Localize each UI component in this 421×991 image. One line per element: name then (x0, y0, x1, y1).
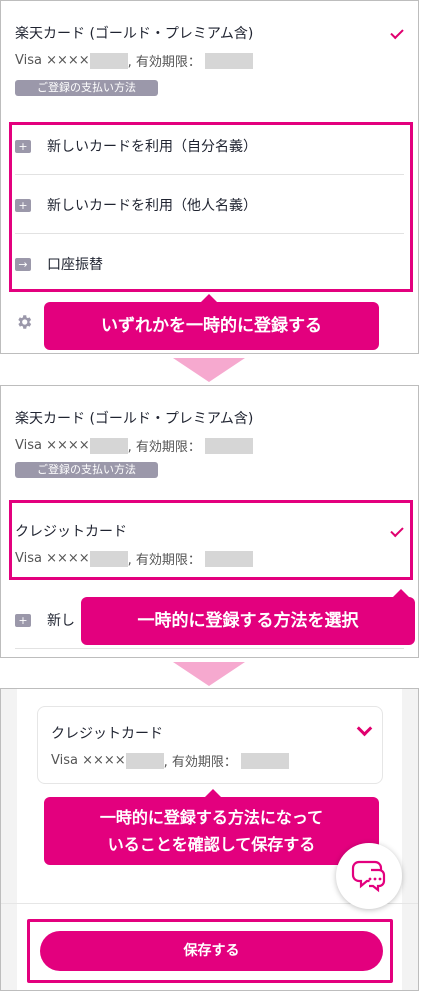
registered-card-sub: Visa ×××× , 有効期限： (15, 436, 253, 455)
save-button[interactable]: 保存する (40, 931, 383, 971)
chat-icon (351, 860, 386, 893)
gear-icon (18, 315, 32, 329)
card-number: Visa ×××× (15, 53, 90, 68)
plus-icon: + (15, 198, 31, 212)
option-label: 新しいカードを利用（他人名義） (47, 198, 257, 214)
registered-card-title: 楽天カード (ゴールド・プレミアム含) (15, 411, 254, 427)
option-new-card-self[interactable]: + 新しいカードを利用（自分名義） (15, 116, 404, 176)
card-number: Visa ×××× (15, 551, 90, 566)
registered-card-title: 楽天カード (ゴールド・プレミアム含) (15, 26, 254, 42)
callout-pointer (393, 589, 409, 597)
chevron-down-icon (356, 720, 373, 737)
callout-line: 一時的に登録する方法になって (99, 808, 324, 827)
option-label: 口座振替 (47, 257, 103, 273)
masked-number (89, 437, 128, 454)
masked-number (89, 550, 128, 567)
masked-number (125, 752, 164, 769)
masked-expiry (204, 52, 253, 69)
plus-icon: + (15, 139, 31, 153)
arrow-right-icon: → (15, 257, 31, 271)
expiry-label: , 有効期限： (127, 55, 201, 70)
registered-card-sub: Visa ×××× , 有効期限： (15, 51, 253, 70)
left-gutter (1, 689, 17, 990)
selected-card-sub: Visa ×××× , 有効期限： (15, 549, 253, 568)
payment-method-title: クレジットカード (51, 726, 163, 742)
step2-panel: 楽天カード (ゴールド・プレミアム含) Visa ×××× , 有効期限： ご登… (0, 385, 419, 658)
step-arrow-down-icon (173, 662, 245, 686)
option-label: 新し (47, 613, 75, 629)
expiry-label: , 有効期限： (127, 440, 201, 455)
plus-icon: + (15, 613, 31, 627)
option-new-card-other[interactable]: + 新しいカードを利用（他人名義） (15, 175, 404, 235)
callout-pointer (205, 789, 221, 797)
right-gutter (402, 689, 418, 990)
option-label: 新しいカードを利用（自分名義） (47, 139, 257, 155)
expiry-label: , 有効期限： (163, 755, 237, 770)
step1-panel: 楽天カード (ゴールド・プレミアム含) Visa ×××× , 有効期限： ご登… (0, 0, 419, 354)
payment-method-sub: Visa ×××× , 有効期限： (51, 751, 289, 770)
callout-line: いることを確認して保存する (107, 835, 316, 854)
masked-expiry (240, 752, 289, 769)
expiry-label: , 有効期限： (127, 553, 201, 568)
option-bank-transfer[interactable]: → 口座振替 (15, 234, 404, 294)
callout-pointer (201, 294, 217, 302)
masked-number (89, 52, 128, 69)
step-arrow-down-icon (173, 358, 245, 382)
step3-callout: 一時的に登録する方法になって いることを確認して保存する (44, 797, 379, 865)
card-number: Visa ×××× (15, 438, 90, 453)
step2-callout: 一時的に登録する方法を選択 (81, 597, 415, 645)
masked-expiry (204, 550, 253, 567)
step1-callout: いずれかを一時的に登録する (44, 302, 379, 350)
registered-badge: ご登録の支払い方法 (15, 80, 158, 96)
chat-button[interactable] (336, 843, 402, 909)
check-icon (390, 25, 404, 40)
card-number: Visa ×××× (51, 753, 126, 768)
masked-expiry (204, 437, 253, 454)
divider (15, 648, 404, 649)
payment-method-select[interactable]: クレジットカード Visa ×××× , 有効期限： (37, 706, 383, 784)
registered-badge: ご登録の支払い方法 (15, 462, 158, 478)
selected-card-title: クレジットカード (15, 524, 127, 540)
